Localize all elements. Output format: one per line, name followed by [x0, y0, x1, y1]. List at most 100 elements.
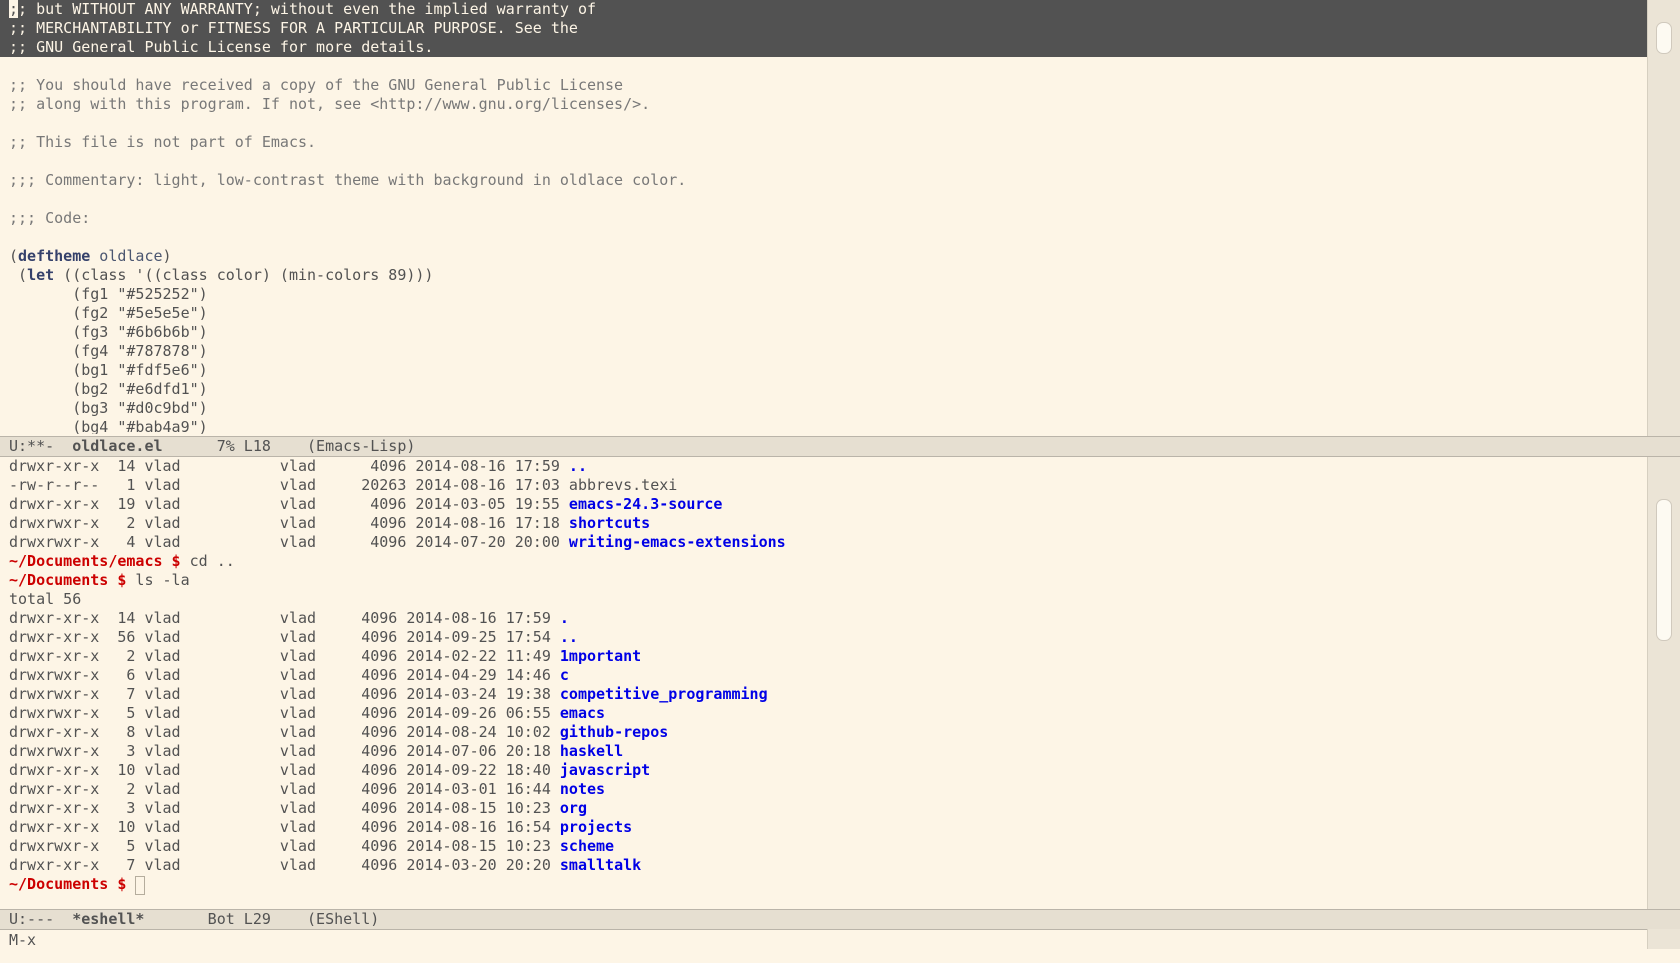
- editor-pane[interactable]: ;; but WITHOUT ANY WARRANTY; without eve…: [0, 0, 1648, 434]
- directory-name[interactable]: github-repos: [560, 723, 668, 741]
- color-def-line: (fg3 "#6b6b6b"): [9, 323, 208, 341]
- directory-name[interactable]: scheme: [560, 837, 614, 855]
- listing-row: drwxr-xr-x 8 vlad vlad 4096 2014-08-24 1…: [0, 723, 1648, 742]
- listing-row: drwxrwxr-x 6 vlad vlad 4096 2014-04-29 1…: [0, 666, 1648, 685]
- directory-name[interactable]: .: [560, 609, 569, 627]
- color-def-line: (fg1 "#525252"): [9, 285, 208, 303]
- deftheme-line: (deftheme oldlace): [9, 247, 172, 265]
- eshell-scrollbar-thumb[interactable]: [1656, 499, 1672, 641]
- eshell-command-line: ~/Documents $ ls -la: [9, 571, 190, 589]
- directory-name[interactable]: c: [560, 666, 569, 684]
- eshell-command-line: ~/Documents/emacs $ cd ..: [9, 552, 235, 570]
- color-def-line: (bg2 "#e6dfd1"): [9, 380, 208, 398]
- listing-row: drwxrwxr-x 4 vlad vlad 4096 2014-07-20 2…: [0, 533, 1648, 552]
- selected-line: ;; GNU General Public License for more d…: [0, 38, 1648, 57]
- modeline-buffer-name: *eshell*: [72, 910, 145, 928]
- selected-text: ; but WITHOUT ANY WARRANTY; without even…: [18, 0, 596, 18]
- listing-row: drwxr-xr-x 14 vlad vlad 4096 2014-08-16 …: [0, 609, 1648, 628]
- listing-row: drwxr-xr-x 3 vlad vlad 4096 2014-08-15 1…: [0, 799, 1648, 818]
- listing-row: drwxr-xr-x 2 vlad vlad 4096 2014-02-22 1…: [0, 647, 1648, 666]
- file-meta: drwxr-xr-x 3 vlad vlad 4096 2014-08-15 1…: [9, 799, 560, 817]
- file-meta: drwxr-xr-x 2 vlad vlad 4096 2014-03-01 1…: [9, 780, 560, 798]
- file-meta: drwxr-xr-x 2 vlad vlad 4096 2014-02-22 1…: [9, 647, 560, 665]
- modeline-oldlace: U:**- oldlace.el 7% L18 (Emacs-Lisp): [0, 436, 1680, 457]
- editor-scrollbar-thumb[interactable]: [1656, 22, 1672, 54]
- color-def-line: (fg2 "#5e5e5e"): [9, 304, 208, 322]
- comment-line: ;; You should have received a copy of th…: [9, 76, 624, 94]
- file-meta: drwxr-xr-x 7 vlad vlad 4096 2014-03-20 2…: [9, 856, 560, 874]
- listing-row: drwxrwxr-x 2 vlad vlad 4096 2014-08-16 1…: [0, 514, 1648, 533]
- file-meta: -rw-r--r-- 1 vlad vlad 20263 2014-08-16 …: [9, 476, 569, 494]
- file-meta: drwxrwxr-x 6 vlad vlad 4096 2014-04-29 1…: [9, 666, 560, 684]
- editor-scrollbar[interactable]: [1647, 0, 1680, 436]
- listing-row: drwxr-xr-x 2 vlad vlad 4096 2014-03-01 1…: [0, 780, 1648, 799]
- selected-line: ;; but WITHOUT ANY WARRANTY; without eve…: [0, 0, 1648, 19]
- text-cursor: [135, 876, 146, 895]
- file-meta: drwxrwxr-x 5 vlad vlad 4096 2014-08-15 1…: [9, 837, 560, 855]
- color-def-line: (bg4 "#bab4a9"): [9, 418, 208, 434]
- color-def-line: (bg1 "#fdf5e6"): [9, 361, 208, 379]
- listing-row: -rw-r--r-- 1 vlad vlad 20263 2014-08-16 …: [0, 476, 1648, 495]
- color-def-line: (bg3 "#d0c9bd"): [9, 399, 208, 417]
- directory-name[interactable]: javascript: [560, 761, 650, 779]
- file-meta: drwxr-xr-x 14 vlad vlad 4096 2014-08-16 …: [9, 457, 569, 475]
- directory-name[interactable]: ..: [560, 628, 578, 646]
- comment-line: [0, 57, 1648, 76]
- comment-line: ;;; Code:: [9, 209, 91, 227]
- cursor-char: ;: [9, 0, 19, 18]
- file-meta: drwxrwxr-x 3 vlad vlad 4096 2014-07-06 2…: [9, 742, 560, 760]
- comment-line: [0, 114, 1648, 133]
- eshell-scrollbar[interactable]: [1647, 457, 1680, 909]
- comment-line: [0, 190, 1648, 209]
- color-def-line: (fg4 "#787878"): [9, 342, 208, 360]
- modeline-buffer-name: oldlace.el: [72, 437, 163, 455]
- file-meta: drwxr-xr-x 56 vlad vlad 4096 2014-09-25 …: [9, 628, 560, 646]
- file-meta: drwxrwxr-x 2 vlad vlad 4096 2014-08-16 1…: [9, 514, 569, 532]
- directory-name[interactable]: emacs-24.3-source: [569, 495, 723, 513]
- directory-name[interactable]: 1mportant: [560, 647, 641, 665]
- directory-name[interactable]: writing-emacs-extensions: [569, 533, 786, 551]
- file-name: abbrevs.texi: [568, 476, 678, 494]
- selected-line: ;; MERCHANTABILITY or FITNESS FOR A PART…: [0, 19, 1648, 38]
- directory-name[interactable]: shortcuts: [569, 514, 650, 532]
- listing-row: drwxrwxr-x 7 vlad vlad 4096 2014-03-24 1…: [0, 685, 1648, 704]
- eshell-prompt-line[interactable]: ~/Documents $: [0, 875, 1648, 895]
- comment-line: ;; along with this program. If not, see …: [9, 95, 651, 113]
- directory-name[interactable]: competitive_programming: [560, 685, 768, 703]
- listing-row: drwxrwxr-x 3 vlad vlad 4096 2014-07-06 2…: [0, 742, 1648, 761]
- listing-row: drwxrwxr-x 5 vlad vlad 4096 2014-08-15 1…: [0, 837, 1648, 856]
- listing-row: drwxr-xr-x 19 vlad vlad 4096 2014-03-05 …: [0, 495, 1648, 514]
- listing-row: drwxr-xr-x 10 vlad vlad 4096 2014-08-16 …: [0, 818, 1648, 837]
- selected-text: ;; MERCHANTABILITY or FITNESS FOR A PART…: [9, 19, 578, 37]
- comment-line: ;; This file is not part of Emacs.: [9, 133, 317, 151]
- file-meta: drwxr-xr-x 19 vlad vlad 4096 2014-03-05 …: [9, 495, 569, 513]
- directory-name[interactable]: notes: [560, 780, 605, 798]
- comment-line: [0, 152, 1648, 171]
- directory-name[interactable]: org: [560, 799, 587, 817]
- listing-row: drwxr-xr-x 14 vlad vlad 4096 2014-08-16 …: [0, 457, 1648, 476]
- file-meta: drwxr-xr-x 10 vlad vlad 4096 2014-09-22 …: [9, 761, 560, 779]
- directory-name[interactable]: ..: [569, 457, 587, 475]
- directory-name[interactable]: emacs: [560, 704, 605, 722]
- file-meta: drwxrwxr-x 7 vlad vlad 4096 2014-03-24 1…: [9, 685, 560, 703]
- eshell-pane[interactable]: drwxr-xr-x 14 vlad vlad 4096 2014-08-16 …: [0, 457, 1648, 909]
- minibuffer-prompt: M-x: [9, 931, 37, 949]
- directory-name[interactable]: smalltalk: [560, 856, 641, 874]
- let-line: (let ((class '((class color) (min-colors…: [9, 266, 434, 284]
- file-meta: drwxr-xr-x 10 vlad vlad 4096 2014-08-16 …: [9, 818, 560, 836]
- comment-line: ;;; Commentary: light, low-contrast them…: [9, 171, 687, 189]
- ls-total: total 56: [9, 590, 82, 608]
- minibuffer-scrollbar: [1647, 929, 1680, 949]
- file-meta: drwxr-xr-x 14 vlad vlad 4096 2014-08-16 …: [9, 609, 560, 627]
- minibuffer[interactable]: M-x: [0, 929, 1680, 963]
- listing-row: drwxr-xr-x 10 vlad vlad 4096 2014-09-22 …: [0, 761, 1648, 780]
- listing-row: drwxrwxr-x 5 vlad vlad 4096 2014-09-26 0…: [0, 704, 1648, 723]
- modeline-eshell: U:--- *eshell* Bot L29 (EShell): [0, 909, 1680, 930]
- comment-line: [0, 228, 1648, 247]
- file-meta: drwxrwxr-x 5 vlad vlad 4096 2014-09-26 0…: [9, 704, 560, 722]
- selected-text: ;; GNU General Public License for more d…: [9, 38, 434, 56]
- listing-row: drwxr-xr-x 7 vlad vlad 4096 2014-03-20 2…: [0, 856, 1648, 875]
- directory-name[interactable]: haskell: [560, 742, 623, 760]
- file-meta: drwxrwxr-x 4 vlad vlad 4096 2014-07-20 2…: [9, 533, 569, 551]
- directory-name[interactable]: projects: [560, 818, 632, 836]
